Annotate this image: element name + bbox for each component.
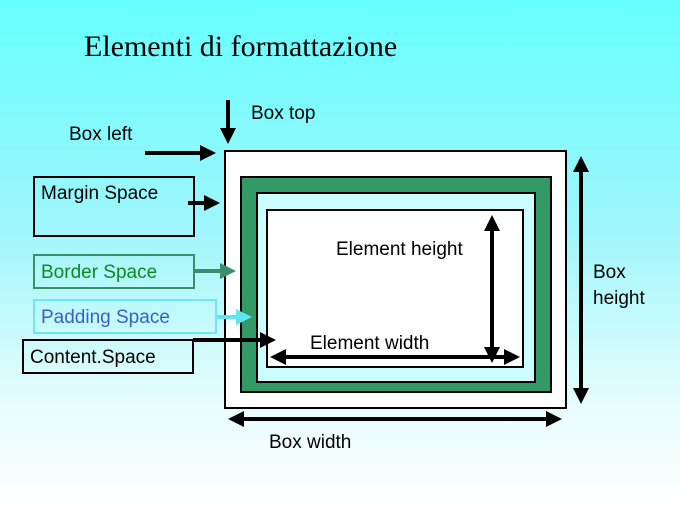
arrows-layer <box>145 100 589 427</box>
